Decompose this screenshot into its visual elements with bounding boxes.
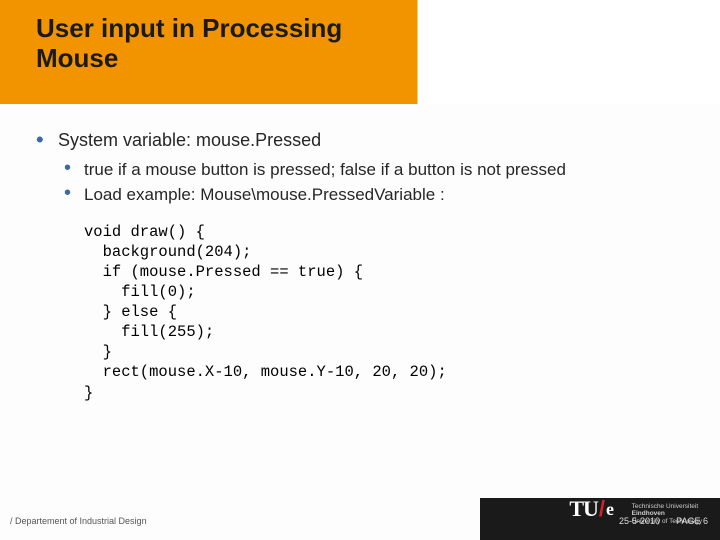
bullet-level-1: System variable: mouse.Pressed bbox=[36, 130, 676, 151]
title-line-1: User input in Processing bbox=[36, 14, 416, 44]
slide-body: System variable: mouse.Pressed true if a… bbox=[36, 130, 676, 403]
tue-logo: TU / e bbox=[569, 496, 614, 522]
department-label: / Departement of Industrial Design bbox=[10, 516, 147, 526]
slide-title: User input in Processing Mouse bbox=[36, 14, 416, 74]
logo-e: e bbox=[606, 499, 614, 520]
code-block: void draw() { background(204); if (mouse… bbox=[84, 222, 676, 403]
title-line-2: Mouse bbox=[36, 44, 416, 74]
footer-page: PAGE 6 bbox=[676, 516, 708, 526]
logo-slash-icon: / bbox=[599, 496, 605, 522]
footer: / Departement of Industrial Design TU / … bbox=[0, 480, 720, 540]
footer-date: 25-5-2010 bbox=[619, 516, 660, 526]
uni-line-1: Technische Universiteit bbox=[632, 503, 702, 511]
bullet-level-2: true if a mouse button is pressed; false… bbox=[64, 159, 676, 180]
bullet-level-2: Load example: Mouse\mouse.PressedVariabl… bbox=[64, 184, 676, 205]
logo-tu: TU bbox=[569, 496, 598, 522]
